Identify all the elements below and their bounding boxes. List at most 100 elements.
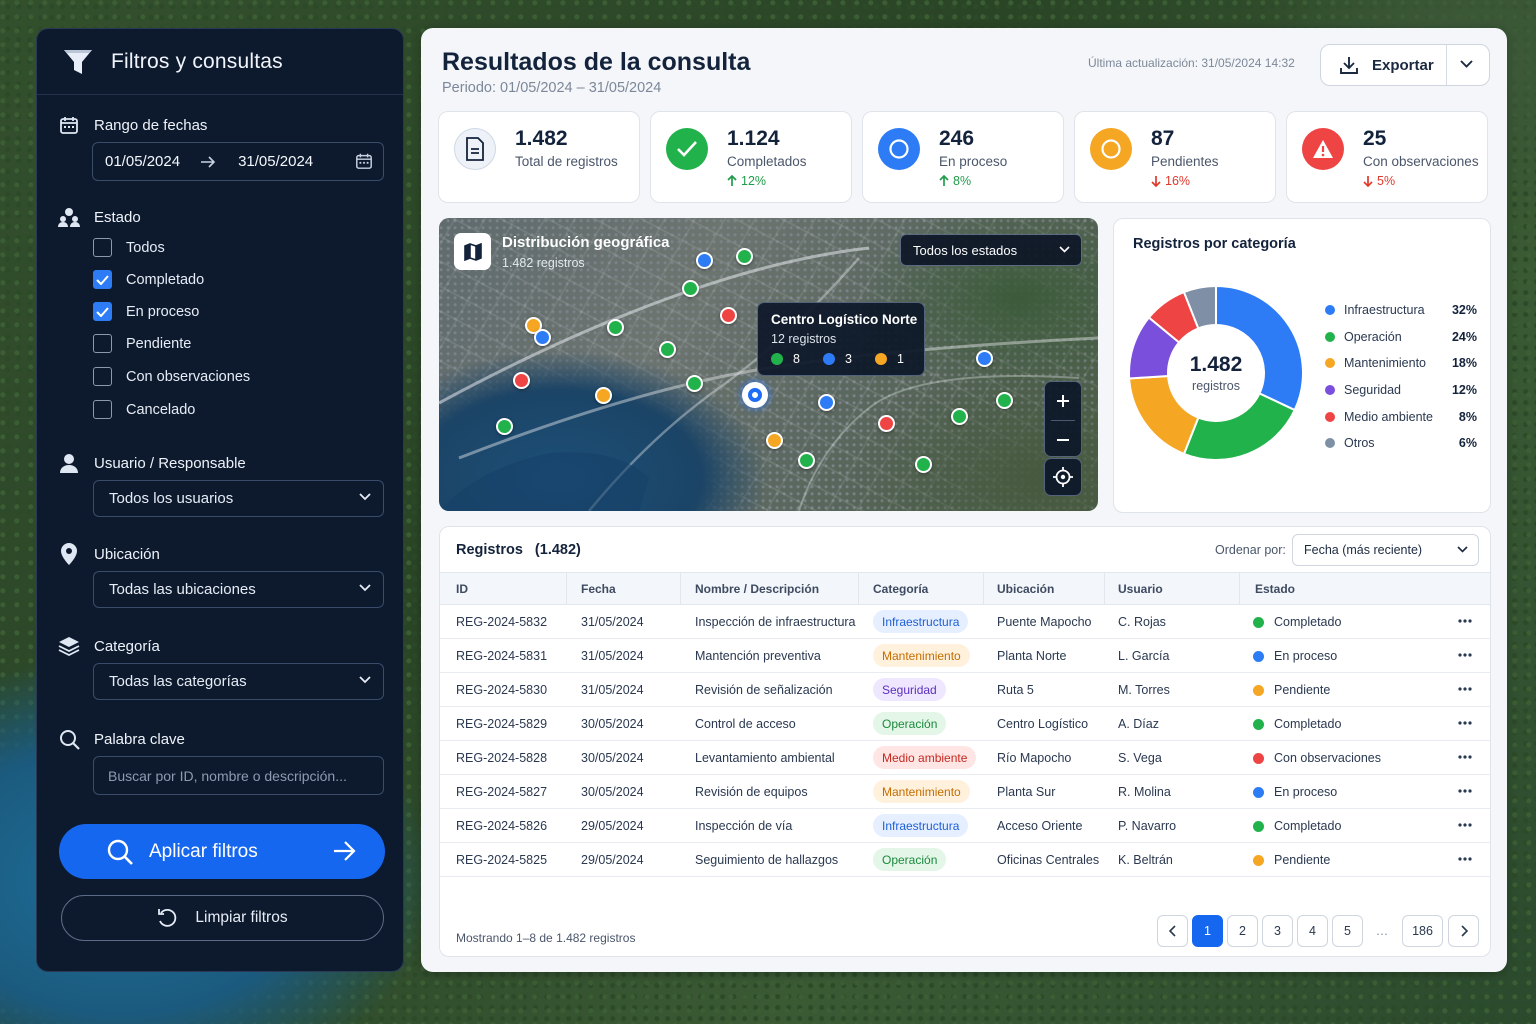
locate-button[interactable] <box>1044 458 1082 496</box>
map-marker[interactable] <box>976 350 993 367</box>
map-marker[interactable] <box>513 372 530 389</box>
cell-id[interactable]: REG-2024-5828 <box>456 751 547 765</box>
map-marker[interactable] <box>607 319 624 336</box>
page-button[interactable]: 186 <box>1402 915 1443 947</box>
page-button[interactable]: 3 <box>1262 915 1293 947</box>
map-marker[interactable] <box>915 456 932 473</box>
more-options-icon[interactable] <box>1455 747 1475 767</box>
status-option[interactable]: En proceso <box>93 302 199 321</box>
filter-sidebar: Filtros y consultas Rango de fechas 01/0… <box>36 28 404 972</box>
status-option[interactable]: Con observaciones <box>93 367 250 386</box>
column-header[interactable]: Categoría <box>873 582 928 596</box>
status-option[interactable]: Pendiente <box>93 334 191 353</box>
date-to[interactable]: 31/05/2024 <box>238 153 313 170</box>
map-marker[interactable] <box>696 252 713 269</box>
more-options-icon[interactable] <box>1455 679 1475 699</box>
more-options-icon[interactable] <box>1455 645 1475 665</box>
more-options-icon[interactable] <box>1455 713 1475 733</box>
page-button[interactable]: 4 <box>1297 915 1328 947</box>
apply-filters-button[interactable]: Aplicar filtros <box>59 824 385 879</box>
map-marker[interactable] <box>496 418 513 435</box>
map-marker[interactable] <box>595 387 612 404</box>
cell-user: M. Torres <box>1118 683 1170 697</box>
map-marker[interactable] <box>996 392 1013 409</box>
sort-select[interactable]: Fecha (más reciente) <box>1292 534 1479 566</box>
table-row[interactable]: REG-2024-5825 29/05/2024 Seguimiento de ha… <box>440 843 1490 877</box>
column-header[interactable]: Fecha <box>581 582 616 596</box>
chevron-right-icon <box>1460 925 1468 937</box>
map-marker[interactable] <box>798 452 815 469</box>
zoom-out-button[interactable] <box>1045 421 1081 458</box>
cell-id[interactable]: REG-2024-5829 <box>456 717 547 731</box>
table-row[interactable]: REG-2024-5830 31/05/2024 Revisión de señal… <box>440 673 1490 707</box>
checkbox[interactable] <box>93 238 112 257</box>
chevron-down-icon[interactable] <box>1460 60 1473 69</box>
column-header[interactable]: Estado <box>1255 582 1295 596</box>
cell-id[interactable]: REG-2024-5827 <box>456 785 547 799</box>
checkbox-checked[interactable] <box>93 270 112 289</box>
category-select[interactable]: Todas las categorías <box>93 663 384 700</box>
table-row[interactable]: REG-2024-5832 31/05/2024 Inspección de inf… <box>440 605 1490 639</box>
map-status-filter[interactable]: Todos los estados <box>900 234 1082 266</box>
prev-page-button[interactable] <box>1157 915 1188 947</box>
zoom-in-button[interactable] <box>1045 382 1081 420</box>
checkbox[interactable] <box>93 400 112 419</box>
map-marker[interactable] <box>682 280 699 297</box>
cell-user: L. García <box>1118 649 1170 663</box>
status-label: Estado <box>58 206 141 228</box>
map-marker[interactable] <box>736 248 753 265</box>
page-button[interactable]: 1 <box>1192 915 1223 947</box>
map-marker[interactable] <box>878 415 895 432</box>
status-option[interactable]: Completado <box>93 270 204 289</box>
column-header[interactable]: Usuario <box>1118 582 1163 596</box>
table-row[interactable]: REG-2024-5828 30/05/2024 Levantamiento amb… <box>440 741 1490 775</box>
map-marker[interactable] <box>686 375 703 392</box>
cell-name: Revisión de señalización <box>695 683 833 697</box>
user-select[interactable]: Todos los usuarios <box>93 480 384 517</box>
map-view[interactable]: Distribución geográfica 1.482 registros … <box>439 218 1098 511</box>
calendar-picker-icon[interactable] <box>355 152 373 170</box>
table-row[interactable]: REG-2024-5829 30/05/2024 Control de acceso… <box>440 707 1490 741</box>
more-options-icon[interactable] <box>1455 611 1475 631</box>
column-header[interactable]: Nombre / Descripción <box>695 582 819 596</box>
date-from[interactable]: 01/05/2024 <box>105 153 180 170</box>
results-panel: Resultados de la consulta Periodo: 01/05… <box>421 28 1507 972</box>
map-marker[interactable] <box>818 394 835 411</box>
column-header[interactable]: ID <box>456 582 468 596</box>
zoom-controls <box>1044 381 1082 457</box>
status-option[interactable]: Todos <box>93 238 165 257</box>
more-options-icon[interactable] <box>1455 781 1475 801</box>
cell-id[interactable]: REG-2024-5826 <box>456 819 547 833</box>
next-page-button[interactable] <box>1448 915 1479 947</box>
table-row[interactable]: REG-2024-5827 30/05/2024 Revisión de equip… <box>440 775 1490 809</box>
location-select[interactable]: Todas las ubicaciones <box>93 571 384 608</box>
checkbox[interactable] <box>93 334 112 353</box>
map-status-filter-value: Todos los estados <box>913 242 1018 258</box>
page-button[interactable]: 2 <box>1227 915 1258 947</box>
arrow-up-icon <box>727 175 737 186</box>
cell-id[interactable]: REG-2024-5832 <box>456 615 547 629</box>
map-marker[interactable] <box>766 432 783 449</box>
cell-id[interactable]: REG-2024-5825 <box>456 853 547 867</box>
clear-filters-button[interactable]: Limpiar filtros <box>61 895 384 941</box>
export-button[interactable]: Exportar <box>1320 44 1490 86</box>
checkbox-checked[interactable] <box>93 302 112 321</box>
page-button[interactable]: 5 <box>1332 915 1363 947</box>
map-marker[interactable] <box>659 341 676 358</box>
cell-id[interactable]: REG-2024-5831 <box>456 649 547 663</box>
date-range-field[interactable]: 01/05/2024 31/05/2024 <box>92 142 384 181</box>
checkbox[interactable] <box>93 367 112 386</box>
more-options-icon[interactable] <box>1455 849 1475 869</box>
status-option[interactable]: Cancelado <box>93 400 195 419</box>
map-marker[interactable] <box>951 408 968 425</box>
cell-id[interactable]: REG-2024-5830 <box>456 683 547 697</box>
map-marker-selected[interactable] <box>742 382 768 408</box>
map-marker[interactable] <box>720 307 737 324</box>
table-row[interactable]: REG-2024-5826 29/05/2024 Inspección de vía… <box>440 809 1490 843</box>
column-header[interactable]: Ubicación <box>997 582 1054 596</box>
table-row[interactable]: REG-2024-5831 31/05/2024 Mantención preven… <box>440 639 1490 673</box>
map-marker[interactable] <box>534 329 551 346</box>
cell-name: Mantención preventiva <box>695 649 821 663</box>
more-options-icon[interactable] <box>1455 815 1475 835</box>
keyword-input[interactable]: Buscar por ID, nombre o descripción... <box>93 756 384 795</box>
